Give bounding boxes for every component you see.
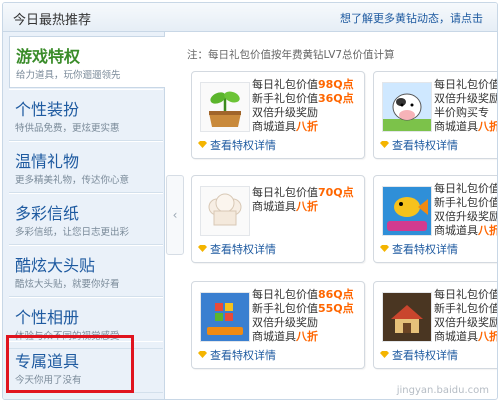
watermark: jingyan.baidu.com [396,385,489,396]
yellow-diamond-icon [380,351,389,358]
privilege-card-tower[interactable]: 每日礼包价值86Q点 新手礼包价值55Q点 双倍升级奖励 商城道具八折 查看特权… [191,281,365,369]
view-details-link[interactable]: 查看特权详情 [198,241,276,257]
card-lines: 每日礼包价值Q点 双倍升级奖励 半价购买专 商城道具八折 [434,78,498,133]
privilege-card-restaurant[interactable]: 每日礼包价值70Q点 商城道具八折 查看特权详情 [191,175,365,263]
card-lines: 每日礼包价值86Q点 新手礼包价值55Q点 双倍升级奖励 商城道具八折 [252,288,354,343]
sidebar-item-label: 个性相册 [15,308,80,327]
yellow-diamond-icon [198,141,207,148]
view-details-link[interactable]: 查看特权详情 [380,347,458,363]
sidebar-item-game-privilege[interactable]: 游戏特权 给力道具，玩你逦逦领先 [9,36,165,88]
sidebar-item-label: 温情礼物 [15,152,80,171]
privilege-card-home-defense[interactable]: 每日礼包价值 新手礼包价值 双倍升级奖励 商城道具八折 查看特权详情 [373,281,498,369]
yellow-diamond-icon [380,141,389,148]
sidebar-item-label: 酷炫大头贴 [15,256,96,275]
home-defense-game-icon [382,292,432,342]
sidebar-item-label: 游戏特权 [16,47,81,66]
sidebar-item-custom-outfit[interactable]: 个性装扮 特供品免费，更炫更实惠 [9,89,163,141]
chef-hat-icon [200,186,250,236]
yellow-diamond-icon [198,245,207,252]
fish-game-icon [382,186,432,236]
yellow-diamond-icon [198,351,207,358]
privilege-card-aquarium[interactable]: 每日礼包价值 新手礼包价值 双倍升级奖励 商城道具八折 查看特权详情 [373,175,498,263]
carousel-prev-button[interactable]: ‹ [166,175,184,255]
view-details-link[interactable]: 查看特权详情 [380,241,458,257]
sidebar-item-label: 多彩信纸 [15,204,80,223]
sidebar-item-photo-sticker[interactable]: 酷炫大头贴 酷炫大头贴，就要你好看 [9,245,163,297]
sidebar-item-sub: 多彩信纸，让您日志更出彩 [15,227,130,238]
view-details-link[interactable]: 查看特权详情 [198,347,276,363]
cow-icon [382,82,432,132]
view-details-link[interactable]: 查看特权详情 [198,137,276,153]
value-note: 注：每日礼包价值按年费黄钻LV7总价值计算 [187,49,395,61]
view-details-link[interactable]: 查看特权详情 [380,137,458,153]
card-lines: 每日礼包价值 新手礼包价值 双倍升级奖励 商城道具八折 [434,288,498,343]
annotation-highlight-box [6,335,134,393]
sidebar-item-sub: 酷炫大头贴，就要你好看 [15,279,120,290]
farm-sprout-icon [200,82,250,132]
more-info-link[interactable]: 想了解更多黄钻动态，请点击 [340,10,483,26]
card-lines: 每日礼包价值 新手礼包价值 双倍升级奖励 商城道具八折 [434,182,498,237]
panel-title: 今日最热推荐 [13,13,92,28]
sidebar-item-sub: 给力道具，玩你逦逦领先 [16,70,121,81]
card-lines: 每日礼包价值98Q点 新手礼包价值36Q点 双倍升级奖励 商城道具八折 [252,78,354,133]
privilege-card-farm[interactable]: 每日礼包价值98Q点 新手礼包价值36Q点 双倍升级奖励 商城道具八折 查看特权… [191,71,365,159]
sidebar-item-gifts[interactable]: 温情礼物 更多精美礼物，传达你心意 [9,141,163,193]
sidebar-item-label: 个性装扮 [15,100,80,119]
privilege-card-pasture[interactable]: 每日礼包价值Q点 双倍升级奖励 半价购买专 商城道具八折 查看特权详情 [373,71,498,159]
sidebar-item-sub: 特供品免费，更炫更实惠 [15,123,120,134]
chevron-left-icon: ‹ [172,208,178,222]
hot-recommend-panel: 今日最热推荐 想了解更多黄钻动态，请点击 游戏特权 给力道具，玩你逦逦领先 个性… [2,2,498,400]
card-lines: 每日礼包价值70Q点 商城道具八折 [252,186,354,213]
panel-header: 今日最热推荐 想了解更多黄钻动态，请点击 [3,3,497,32]
yellow-diamond-icon [380,245,389,252]
sidebar-item-sub: 更多精美礼物，传达你心意 [15,175,130,186]
tower-game-icon [200,292,250,342]
sidebar-item-letter-paper[interactable]: 多彩信纸 多彩信纸，让您日志更出彩 [9,193,163,245]
